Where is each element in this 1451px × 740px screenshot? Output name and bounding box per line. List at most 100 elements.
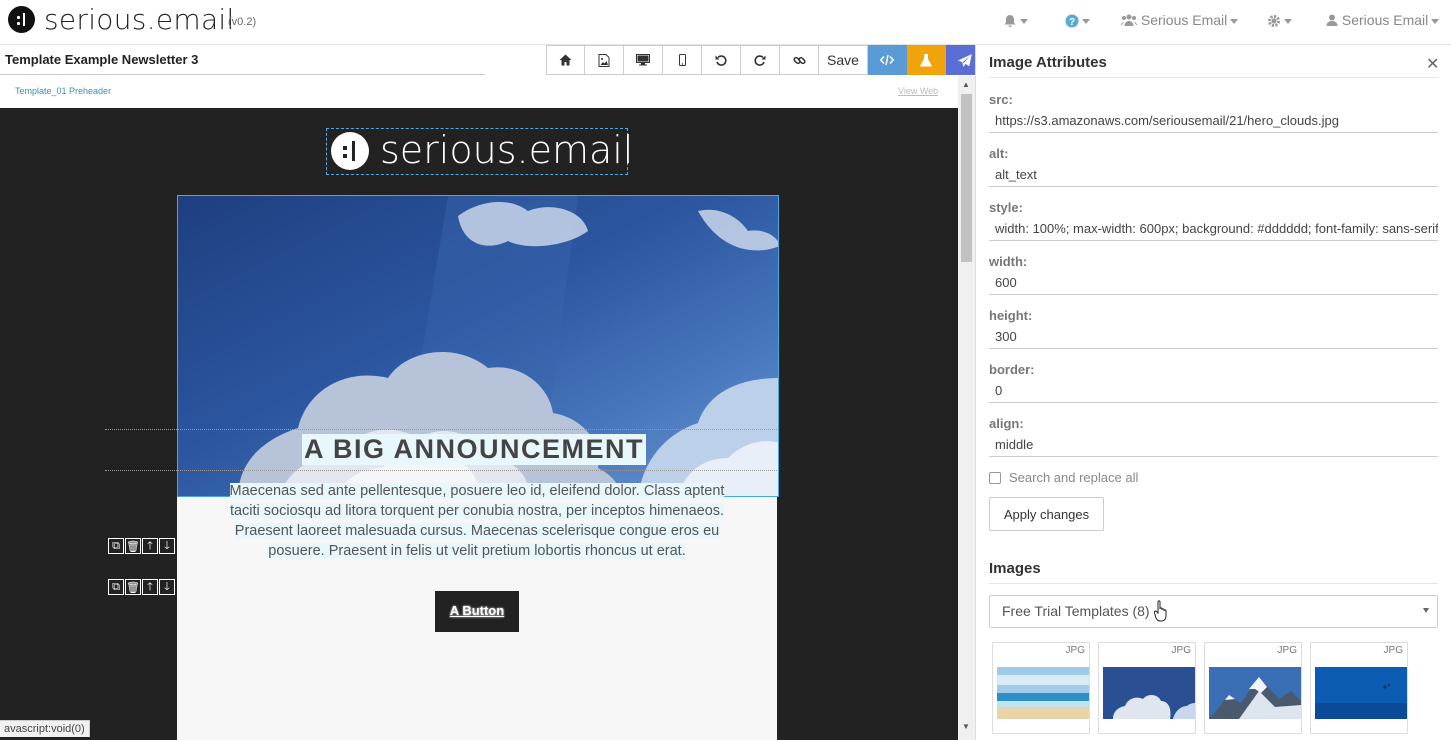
gear-icon <box>1268 15 1280 28</box>
height-label: height: <box>989 308 1033 323</box>
email-canvas: serious.email <box>0 108 958 740</box>
duplicate-block-button[interactable]: ⧉ <box>108 579 124 595</box>
close-icon[interactable]: ✕ <box>1426 54 1439 74</box>
paper-plane-icon <box>958 53 972 67</box>
link-icon <box>792 56 806 64</box>
style-field[interactable]: width: 100%; max-width: 600px; backgroun… <box>989 217 1438 241</box>
preheader-text[interactable]: Template_01 Preheader <box>15 86 111 96</box>
editor-toolbar: Save <box>546 45 985 75</box>
delete-block-button[interactable]: 🗑 <box>125 579 141 595</box>
border-field[interactable]: 0 <box>989 379 1438 403</box>
desktop-icon <box>636 54 650 66</box>
search-replace-checkbox[interactable] <box>989 471 1001 484</box>
home-icon <box>559 54 572 66</box>
align-label: align: <box>989 416 1024 431</box>
image-thumbnail-underwater[interactable]: JPG <box>1310 642 1408 734</box>
chevron-down-icon <box>1423 608 1429 613</box>
thumbnail-type-label: JPG <box>1277 645 1297 656</box>
brand-name[interactable]: serious.email <box>44 3 235 36</box>
mobile-icon <box>678 54 686 66</box>
alt-label: alt: <box>989 146 1009 161</box>
svg-text:?: ? <box>1069 17 1075 28</box>
user-menu[interactable]: Serious Email <box>1326 12 1440 28</box>
alt-field[interactable]: alt_text <box>989 163 1438 187</box>
underwater-image <box>1315 667 1407 719</box>
link-button[interactable] <box>780 45 819 75</box>
email-cta-label: A Button <box>449 603 505 618</box>
image-folder-selected: Free Trial Templates (8) <box>1002 603 1150 619</box>
scroll-down-arrow[interactable]: ▼ <box>962 722 970 731</box>
test-email-button[interactable] <box>907 45 946 75</box>
image-icon <box>598 53 610 67</box>
mobile-preview-button[interactable] <box>663 45 702 75</box>
settings-menu[interactable] <box>1267 12 1292 28</box>
headline-block-tools: ⧉ 🗑 🡑 🡓 <box>108 538 175 554</box>
delete-block-button[interactable]: 🗑 <box>125 538 141 554</box>
user-icon <box>1326 14 1338 26</box>
template-name-underline <box>0 74 485 75</box>
src-field[interactable]: https://s3.amazonaws.com/seriousemail/21… <box>989 109 1438 133</box>
team-menu-label: Serious Email <box>1140 12 1228 28</box>
email-paragraph-text: Maecenas sed ante pellentesque, posuere … <box>229 483 725 559</box>
email-paragraph[interactable]: Maecenas sed ante pellentesque, posuere … <box>222 481 732 561</box>
view-code-button[interactable] <box>868 45 907 75</box>
question-circle-icon: ? <box>1065 14 1079 28</box>
image-thumbnail-beach[interactable]: JPG <box>992 642 1090 734</box>
brand-logo-icon[interactable] <box>8 6 35 33</box>
image-thumbnail-clouds[interactable]: JPG <box>1098 642 1196 734</box>
save-button[interactable]: Save <box>819 45 868 75</box>
width-label: width: <box>989 254 1028 269</box>
help-menu[interactable]: ? <box>1065 12 1090 28</box>
insert-image-button[interactable] <box>585 45 624 75</box>
bell-icon <box>1004 15 1016 28</box>
images-divider <box>989 583 1438 584</box>
users-icon <box>1121 14 1137 26</box>
thumbnail-type-label: JPG <box>1065 645 1085 656</box>
mountains-image <box>1209 667 1301 719</box>
redo-button[interactable] <box>741 45 780 75</box>
move-up-button[interactable]: 🡑 <box>142 579 158 595</box>
src-label: src: <box>989 92 1013 107</box>
email-cta-button[interactable]: A Button <box>435 591 519 632</box>
scrollbar-thumb[interactable] <box>961 94 972 262</box>
search-replace-option[interactable]: Search and replace all <box>989 470 1138 485</box>
thumbnail-type-label: JPG <box>1383 645 1403 656</box>
user-menu-label: Serious Email <box>1341 12 1429 28</box>
team-menu[interactable]: Serious Email <box>1121 12 1239 28</box>
view-web-link[interactable]: View Web <box>898 86 938 96</box>
border-label: border: <box>989 362 1035 377</box>
panel-divider <box>989 77 1438 78</box>
thumbnail-type-label: JPG <box>1171 645 1191 656</box>
email-logo-icon <box>331 132 369 170</box>
duplicate-block-button[interactable]: ⧉ <box>108 538 124 554</box>
apply-changes-button[interactable]: Apply changes <box>989 497 1104 531</box>
move-down-button[interactable]: 🡓 <box>159 579 175 595</box>
home-button[interactable] <box>546 45 585 75</box>
desktop-preview-button[interactable] <box>624 45 663 75</box>
move-down-button[interactable]: 🡓 <box>159 538 175 554</box>
scroll-up-arrow[interactable]: ▲ <box>962 80 970 89</box>
code-icon <box>880 54 894 66</box>
image-folder-select[interactable]: Free Trial Templates (8) <box>989 595 1438 628</box>
style-label: style: <box>989 200 1023 215</box>
browser-status-bar: avascript:void(0) <box>0 720 90 737</box>
email-headline[interactable]: A BIG ANNOUNCEMENT <box>302 434 646 465</box>
undo-button[interactable] <box>702 45 741 75</box>
search-replace-label: Search and replace all <box>1009 470 1139 485</box>
preheader-bar <box>0 76 958 108</box>
notifications-menu[interactable] <box>1003 12 1028 28</box>
beach-image <box>997 667 1089 719</box>
template-name[interactable]: Template Example Newsletter 3 <box>5 52 198 67</box>
email-logo-block[interactable]: serious.email <box>326 128 633 175</box>
clouds-image <box>1103 667 1195 719</box>
height-field[interactable]: 300 <box>989 325 1438 349</box>
image-thumbnail-mountains[interactable]: JPG <box>1204 642 1302 734</box>
width-field[interactable]: 600 <box>989 271 1438 295</box>
align-field[interactable]: middle <box>989 433 1438 457</box>
undo-icon <box>715 55 727 66</box>
flask-icon <box>920 53 932 66</box>
canvas-scrollbar[interactable]: ▲ ▼ <box>958 76 975 740</box>
image-attributes-panel: Image Attributes ✕ src: https://s3.amazo… <box>975 45 1451 740</box>
move-up-button[interactable]: 🡑 <box>142 538 158 554</box>
images-section-title: Images <box>989 560 1041 577</box>
